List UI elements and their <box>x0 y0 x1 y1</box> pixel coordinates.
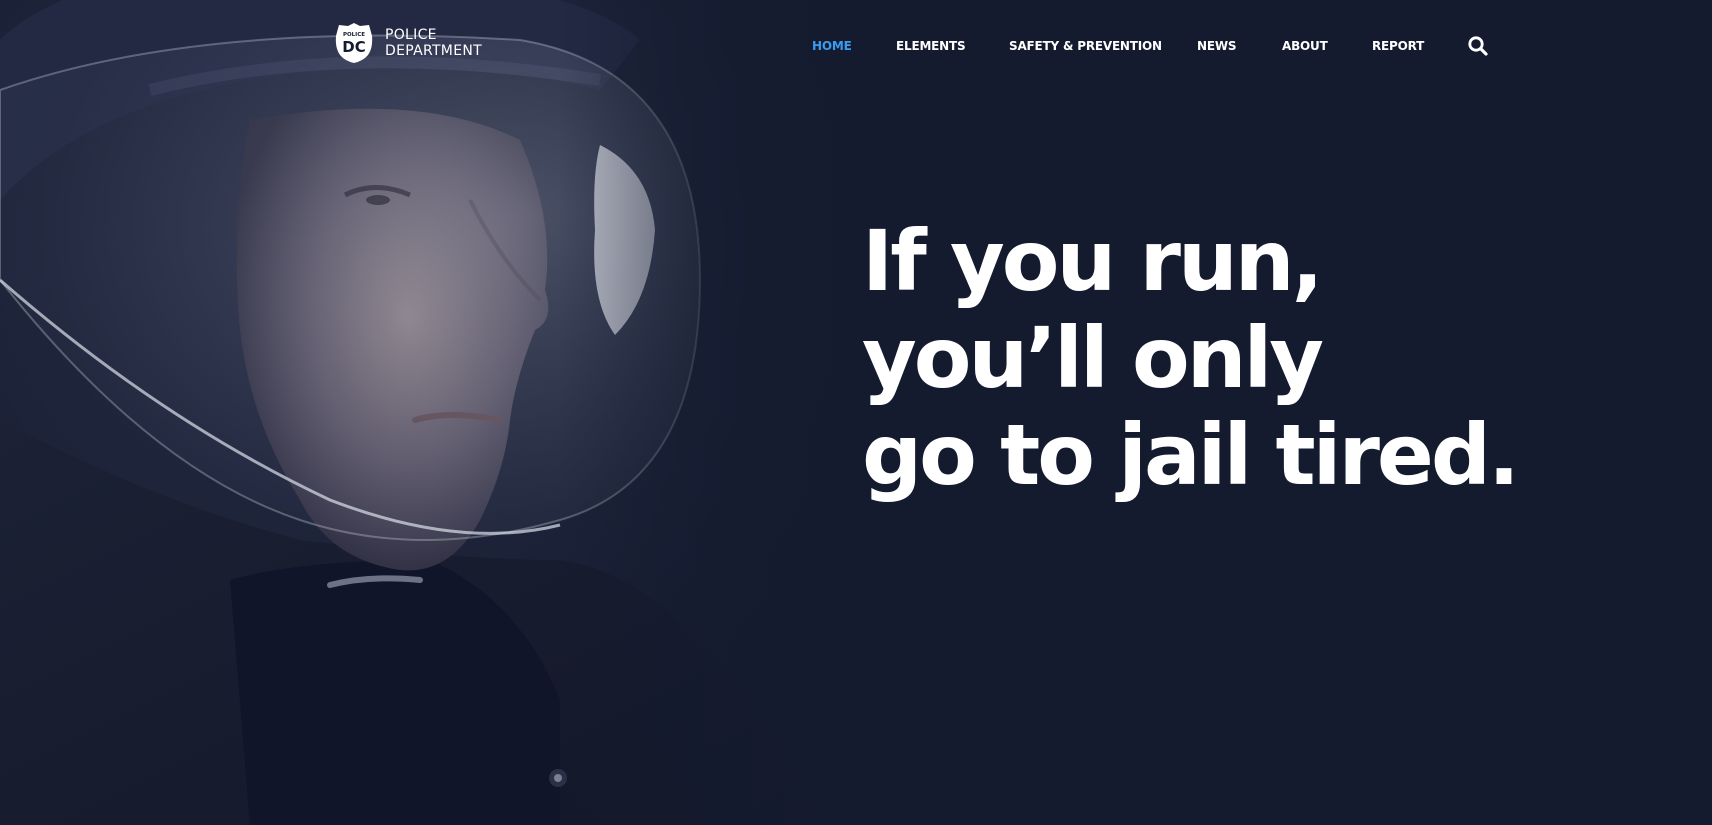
nav-item-elements[interactable]: ELEMENTS <box>896 36 966 56</box>
headline-line-1: If you run, <box>862 212 1323 310</box>
headline-line-2: you’ll only <box>862 309 1324 407</box>
search-button[interactable] <box>1467 35 1489 57</box>
hero-image <box>0 0 900 825</box>
page: POLICE DC POLICE DEPARTMENT HOME ELEMENT… <box>0 0 1712 825</box>
police-badge-icon: POLICE DC <box>335 23 373 63</box>
hero-headline: If you run, you’ll only go to jail tired… <box>862 212 1520 504</box>
site-logo[interactable]: POLICE DC POLICE DEPARTMENT <box>333 22 482 64</box>
headline-line-3: go to jail tired. <box>862 406 1520 504</box>
search-icon <box>1468 36 1488 56</box>
site-header: POLICE DC POLICE DEPARTMENT HOME ELEMENT… <box>0 0 1712 90</box>
logo-text: POLICE DEPARTMENT <box>385 27 482 59</box>
nav-item-about[interactable]: ABOUT <box>1282 36 1328 56</box>
logo-line-1: POLICE <box>385 27 437 43</box>
nav-item-report[interactable]: REPORT <box>1372 36 1424 56</box>
nav-item-safety-prevention[interactable]: SAFETY & PREVENTION <box>1009 36 1162 56</box>
svg-text:DC: DC <box>342 38 365 56</box>
nav-item-news[interactable]: NEWS <box>1197 36 1237 56</box>
logo-line-2: DEPARTMENT <box>385 43 482 59</box>
nav-item-home[interactable]: HOME <box>812 36 852 56</box>
